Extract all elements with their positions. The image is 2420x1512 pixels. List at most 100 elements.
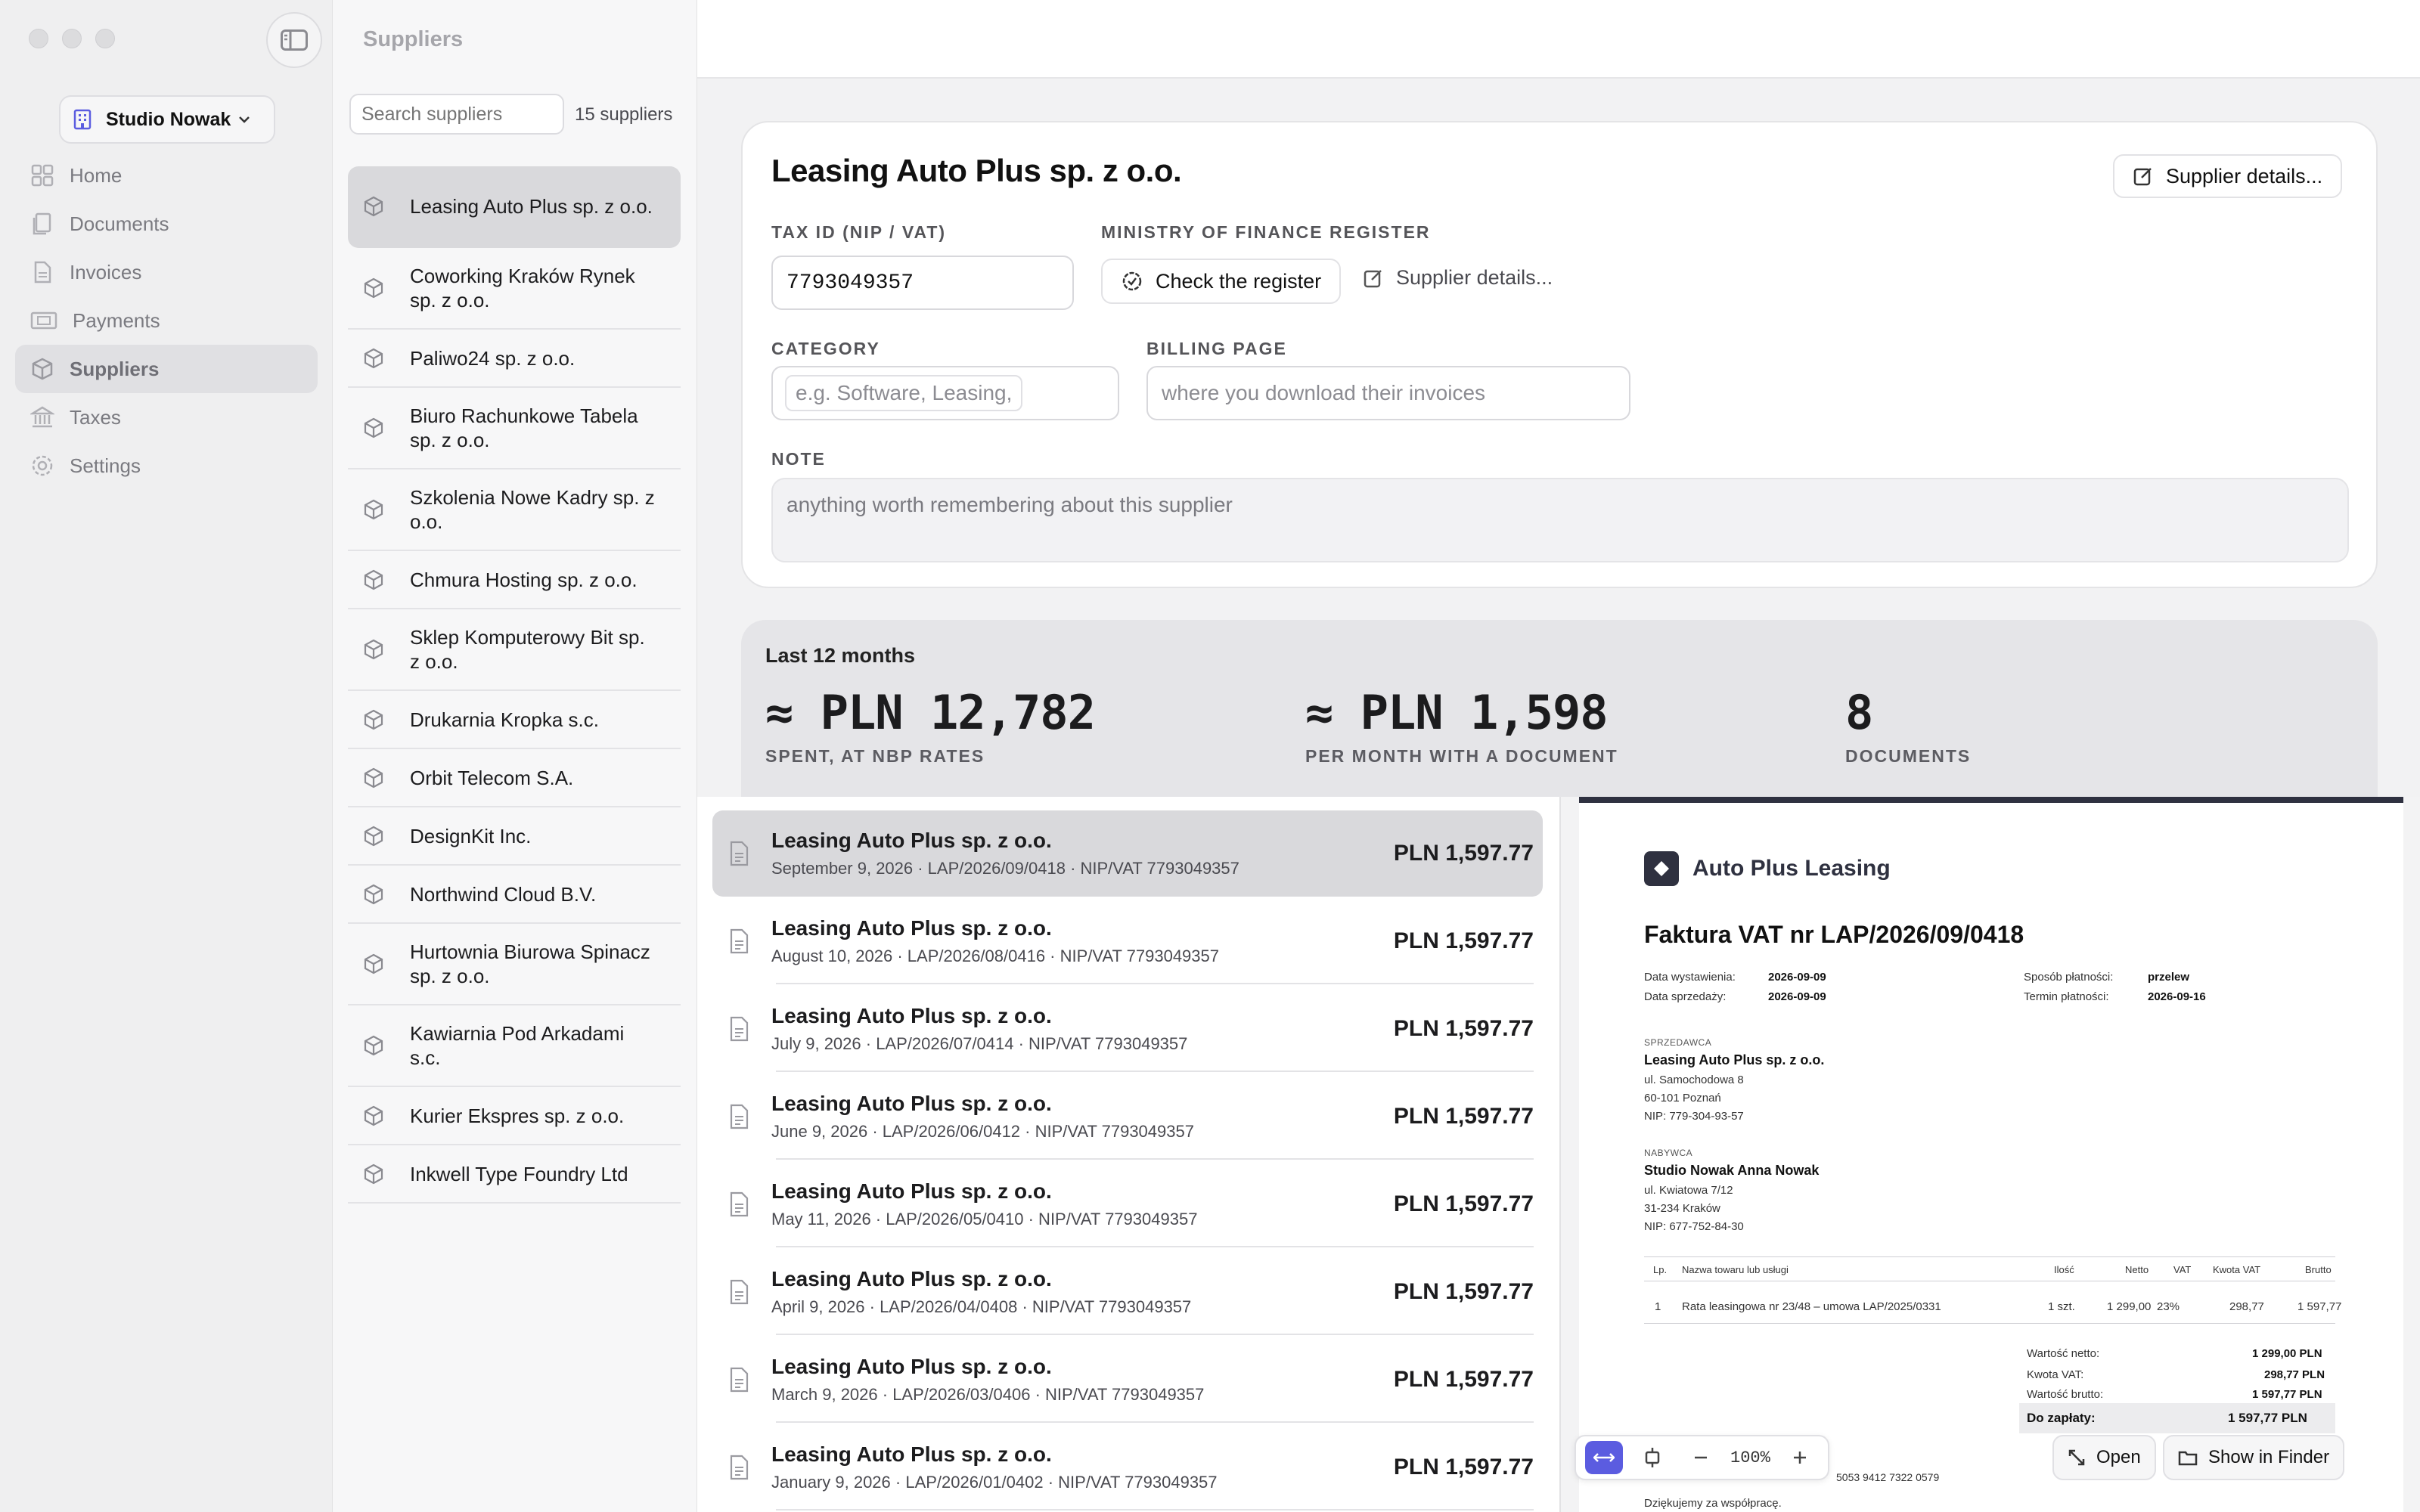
supplier-list-item[interactable]: Orbit Telecom S.A. <box>348 749 681 807</box>
document-amount: PLN 1,597.77 <box>1393 1279 1534 1304</box>
sidebar-item-label: Documents <box>70 212 169 235</box>
sidebar-item-suppliers[interactable]: Suppliers <box>15 345 318 393</box>
col-vat: VAT <box>2173 1264 2192 1275</box>
supplier-box-icon <box>364 639 383 660</box>
sidebar-item-label: Settings <box>70 454 141 477</box>
document-amount: PLN 1,597.77 <box>1393 1104 1534 1129</box>
row-divider <box>776 1246 1534 1247</box>
billing-page-input[interactable]: where you download their invoices <box>1146 366 1630 420</box>
edit-icon <box>2133 168 2152 186</box>
supplier-box-icon <box>364 709 383 730</box>
zoom-out-button[interactable] <box>1682 1441 1720 1474</box>
supplier-box-icon <box>364 1035 383 1056</box>
supplier-name: Kawiarnia Pod Arkadami s.c. <box>410 1022 625 1069</box>
document-row[interactable]: Leasing Auto Plus sp. z o.o. September 9,… <box>712 810 1543 897</box>
category-input[interactable]: e.g. Software, Leasing, <box>771 366 1119 420</box>
sidebar-item-label: Suppliers <box>70 357 160 380</box>
document-row[interactable]: Leasing Auto Plus sp. z o.o. April 9, 202… <box>712 1249 1543 1335</box>
supplier-list-item[interactable]: Inkwell Type Foundry Ltd <box>348 1145 681 1204</box>
document-icon <box>730 1104 749 1129</box>
supplier-list-item[interactable]: Coworking Kraków Rynek sp. z o.o. <box>348 248 681 330</box>
due-date: 2026-09-16 <box>2148 990 2206 1003</box>
document-icon <box>730 1191 749 1217</box>
document-icon <box>730 1016 749 1042</box>
supplier-details-link[interactable]: Supplier details... <box>1363 266 1553 290</box>
supplier-name: Inkwell Type Foundry Ltd <box>410 1162 628 1185</box>
zoom-window-button[interactable] <box>95 29 115 48</box>
document-list: Leasing Auto Plus sp. z o.o. September 9,… <box>697 797 1559 1512</box>
check-register-label: Check the register <box>1156 269 1322 293</box>
sidebar-item-taxes[interactable]: Taxes <box>15 393 318 442</box>
document-text: Leasing Auto Plus sp. z o.o. June 9, 2026… <box>771 1092 1373 1142</box>
suppliers-pane-title: Suppliers <box>363 27 464 51</box>
fit-page-button[interactable] <box>1634 1441 1671 1474</box>
check-register-button[interactable]: Check the register <box>1101 259 1342 304</box>
document-row[interactable]: Leasing Auto Plus sp. z o.o. June 9, 2026… <box>712 1074 1543 1160</box>
zoom-in-button[interactable] <box>1781 1441 1819 1474</box>
supplier-list-item[interactable]: Northwind Cloud B.V. <box>348 866 681 924</box>
search-input[interactable] <box>349 94 564 135</box>
document-icon <box>730 841 749 866</box>
supplier-name: Chmura Hosting sp. z o.o. <box>410 568 638 591</box>
document-row[interactable]: Leasing Auto Plus sp. z o.o. May 11, 2026… <box>712 1161 1543 1247</box>
sidebar-toggle-button[interactable] <box>266 12 322 68</box>
supplier-name: Paliwo24 sp. z o.o. <box>410 346 576 370</box>
sidebar-item-documents[interactable]: Documents <box>15 200 318 248</box>
zoom-toolbar: 100% <box>1575 1435 1829 1480</box>
document-meta: July 9, 2026 · LAP/2026/07/0414 · NIP/VA… <box>771 1034 1188 1053</box>
supplier-name: Szkolenia Nowe Kadry sp. z o.o. <box>410 486 655 533</box>
document-row[interactable]: Leasing Auto Plus sp. z o.o. August 10, 2… <box>712 898 1543 984</box>
document-text: Leasing Auto Plus sp. z o.o. April 9, 202… <box>771 1267 1373 1317</box>
stats-period: Last 12 months <box>765 644 916 667</box>
buyer-header: NABYWCA <box>1644 1148 1693 1158</box>
minimize-window-button[interactable] <box>62 29 82 48</box>
supplier-list-item[interactable]: Szkolenia Nowe Kadry sp. z o.o. <box>348 469 681 551</box>
payments-icon <box>30 311 57 330</box>
fit-width-button[interactable] <box>1585 1441 1623 1474</box>
tax-id-input[interactable]: 7793049357 <box>771 256 1074 310</box>
supplier-details-button[interactable]: Supplier details... <box>2113 154 2343 198</box>
document-row[interactable]: Leasing Auto Plus sp. z o.o. July 9, 2026… <box>712 986 1543 1072</box>
sidebar-item-payments[interactable]: Payments <box>15 296 318 345</box>
document-row[interactable]: Leasing Auto Plus sp. z o.o. January 9, 2… <box>712 1424 1543 1510</box>
org-switcher[interactable]: Studio Nowak <box>59 95 275 144</box>
supplier-list-item[interactable]: Chmura Hosting sp. z o.o. <box>348 551 681 609</box>
supplier-box-icon <box>364 953 383 974</box>
document-row[interactable]: Leasing Auto Plus sp. z o.o. March 9, 202… <box>712 1337 1543 1423</box>
supplier-list-item[interactable]: Biuro Rachunkowe Tabela sp. z o.o. <box>348 388 681 469</box>
supplier-list-item[interactable]: Sklep Komputerowy Bit sp. z o.o. <box>348 609 681 691</box>
window-controls <box>29 29 115 48</box>
category-placeholder: e.g. Software, Leasing, <box>785 375 1023 411</box>
document-amount: PLN 1,597.77 <box>1393 841 1534 866</box>
row-vat: 23% <box>2157 1300 2180 1313</box>
supplier-list-item[interactable]: DesignKit Inc. <box>348 807 681 866</box>
chevron-down-icon <box>239 116 250 123</box>
close-window-button[interactable] <box>29 29 48 48</box>
show-in-finder-button[interactable]: Show in Finder <box>2163 1435 2345 1480</box>
sidebar-item-invoices[interactable]: Invoices <box>15 248 318 296</box>
supplier-list-item[interactable]: Leasing Auto Plus sp. z o.o. <box>348 166 681 248</box>
note-input[interactable]: anything worth remembering about this su… <box>771 478 2349 562</box>
row-vat-amount: 298,77 <box>2229 1300 2264 1313</box>
issue-date: 2026-09-09 <box>1768 971 1826 984</box>
supplier-list-item[interactable]: Kawiarnia Pod Arkadami s.c. <box>348 1005 681 1087</box>
sidebar-item-settings[interactable]: Settings <box>15 442 318 490</box>
expand-icon <box>2068 1449 2085 1466</box>
taxes-icon <box>30 406 54 428</box>
invoice-brand: Auto Plus Leasing <box>1644 851 1891 886</box>
sidebar-item-home[interactable]: Home <box>15 151 318 200</box>
payment-method-label: Sposób płatności: <box>2024 971 2114 984</box>
sidebar-item-label: Taxes <box>70 405 121 429</box>
supplier-list-item[interactable]: Paliwo24 sp. z o.o. <box>348 330 681 388</box>
document-supplier: Leasing Auto Plus sp. z o.o. <box>771 1004 1052 1027</box>
open-button[interactable]: Open <box>2052 1435 2156 1480</box>
document-supplier: Leasing Auto Plus sp. z o.o. <box>771 1092 1052 1115</box>
supplier-box-icon <box>364 277 383 299</box>
supplier-list-item[interactable]: Hurtownia Biurowa Spinacz sp. z o.o. <box>348 924 681 1005</box>
supplier-count: 15 suppliers <box>575 104 673 125</box>
supplier-list-item[interactable]: Kurier Ekspres sp. z o.o. <box>348 1087 681 1145</box>
supplier-list-item[interactable]: Drukarnia Kropka s.c. <box>348 691 681 749</box>
row-divider <box>776 1158 1534 1160</box>
document-meta: June 9, 2026 · LAP/2026/06/0412 · NIP/VA… <box>771 1122 1194 1141</box>
stat-documents: 8 DOCUMENTS <box>1845 685 1971 767</box>
